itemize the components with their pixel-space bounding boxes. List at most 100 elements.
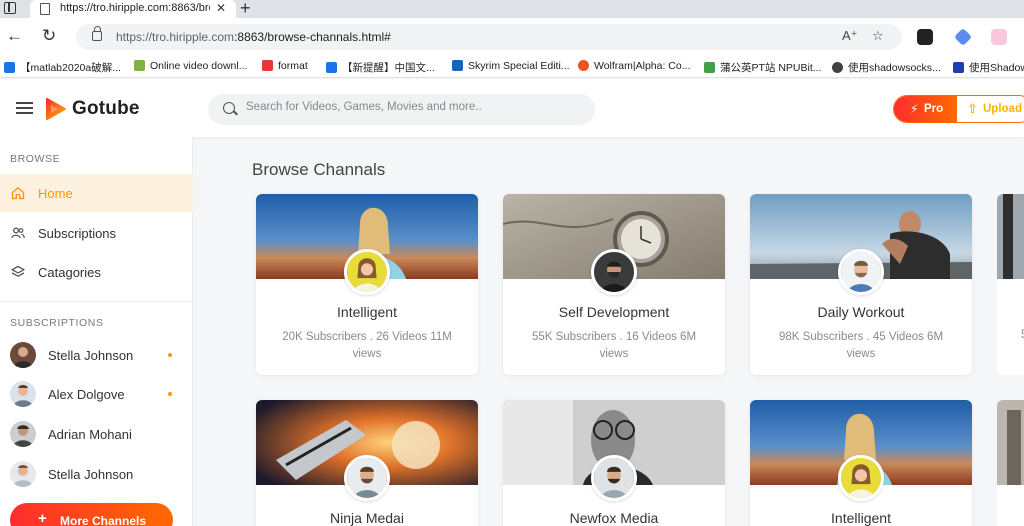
subscription-item[interactable]: Stella Johnson (0, 456, 193, 492)
channel-card[interactable]: Newfox Media (503, 400, 725, 526)
favorite-star-icon[interactable]: ☆ (872, 28, 884, 44)
sidebar-item-categories[interactable]: Catagories (0, 253, 193, 291)
subscriptions-heading: SUBSCRIPTIONS (10, 317, 104, 329)
bookmark-item[interactable]: Skyrim Special Editi... (452, 60, 570, 72)
channel-avatar[interactable] (344, 455, 390, 501)
extension-icon-1[interactable] (917, 29, 933, 45)
channel-card[interactable]: Ninja Medai (256, 400, 478, 526)
pro-label: Pro (924, 103, 944, 115)
logo-text[interactable]: Gotube (72, 98, 140, 120)
read-aloud-icon[interactable]: A⁺ (842, 28, 858, 44)
channel-name[interactable]: Self Development (503, 304, 725, 320)
channel-card-partial[interactable] (997, 400, 1024, 526)
channel-avatar[interactable] (838, 455, 884, 501)
bookmark-favicon-icon (452, 60, 463, 71)
plus-icon: + (38, 510, 47, 526)
avatar (10, 461, 36, 487)
url-path: :8863/browse-channals.html# (234, 30, 391, 44)
subscription-item[interactable]: Adrian Mohani (0, 416, 193, 452)
search-icon[interactable] (223, 102, 235, 114)
channel-card[interactable]: Intelligent 20K Subscribers . 26 Videos … (256, 194, 478, 375)
url-host: https://tro.hiripple.com (116, 30, 235, 44)
channel-avatar[interactable] (838, 249, 884, 295)
bookmark-item[interactable]: Wolfram|Alpha: Co... (578, 60, 690, 72)
subscription-item[interactable]: Alex Dolgove (0, 376, 193, 412)
subscription-name: Adrian Mohani (48, 427, 132, 442)
layers-icon (11, 265, 25, 277)
upload-button[interactable]: ⇧ Upload (957, 96, 1024, 122)
channel-name[interactable]: Intelligent (256, 304, 478, 320)
sidebar-item-label: Home (38, 186, 73, 201)
header-actions: ⚡︎ Pro ⇧ Upload (893, 95, 1024, 123)
bookmark-item[interactable]: format (262, 60, 308, 72)
sidebar-divider (0, 301, 193, 302)
sidebar-item-label: Subscriptions (38, 226, 117, 241)
sidebar-item-home[interactable]: Home (0, 174, 193, 212)
channel-meta: 20K Subscribers . 26 Videos 11M views (282, 331, 452, 360)
upload-icon: ⇧ (967, 101, 978, 116)
hamburger-menu-icon[interactable] (16, 102, 33, 114)
channel-meta: 55K Subscribers . 16 Videos 6M views (531, 331, 697, 360)
channel-meta: 98K Subscribers . 45 Videos 6M views (778, 331, 944, 360)
channel-avatar[interactable] (591, 249, 637, 295)
subscription-name: Alex Dolgove (48, 387, 125, 402)
avatar (10, 342, 36, 368)
home-icon (11, 187, 25, 200)
window-menu-icon[interactable] (4, 2, 16, 14)
bookmark-favicon-icon (578, 60, 589, 71)
channel-name[interactable]: Ninja Medai (256, 510, 478, 526)
reload-icon[interactable]: ↻ (42, 26, 56, 46)
channel-name[interactable]: Intelligent (750, 510, 972, 526)
subscription-name: Stella Johnson (48, 348, 134, 363)
extension-icon-3[interactable] (991, 29, 1007, 45)
more-channels-button[interactable]: + More Channels (10, 503, 173, 526)
lock-icon[interactable] (92, 26, 102, 41)
site-header: Gotube ⚡︎ Pro ⇧ Upload (0, 79, 1024, 137)
browse-heading: BROWSE (10, 153, 61, 165)
bookmark-favicon-icon (4, 62, 15, 73)
bookmark-label: Skyrim Special Editi... (468, 60, 570, 72)
channel-avatar[interactable] (344, 249, 390, 295)
search-bar[interactable] (208, 94, 595, 125)
bookmark-label: Online video downl... (150, 60, 248, 72)
channel-avatar[interactable] (591, 455, 637, 501)
browser-tab[interactable]: https://tro.hiripple.com:8863/bro ✕ (30, 0, 236, 18)
bookmark-item[interactable]: 【matlab2020a破解... (4, 60, 121, 75)
channel-card[interactable]: Self Development 55K Subscribers . 16 Vi… (503, 194, 725, 375)
channel-card[interactable]: Intelligent (750, 400, 972, 526)
address-bar[interactable]: https://tro.hiripple.com:8863/browse-cha… (76, 24, 902, 50)
users-icon (11, 227, 25, 239)
sidebar-item-subscriptions[interactable]: Subscriptions (0, 214, 193, 252)
pro-button[interactable]: ⚡︎ Pro (894, 96, 957, 122)
subscription-item[interactable]: Stella Johnson (0, 337, 193, 373)
upload-label: Upload (983, 103, 1022, 115)
bookmark-item[interactable]: 使用Shadow (953, 60, 1024, 75)
close-tab-icon[interactable]: ✕ (216, 1, 226, 15)
bookmark-favicon-icon (704, 62, 715, 73)
back-arrow-icon[interactable]: ← (6, 26, 23, 46)
bookmark-label: format (278, 60, 308, 72)
bookmark-item[interactable]: 【新提醒】中国文... (326, 60, 435, 75)
channel-card-partial[interactable]: 5 (997, 194, 1024, 375)
bookmark-label: 蒲公英PT站 NPUBit... (720, 62, 822, 74)
new-tab-button[interactable]: + (240, 0, 251, 19)
bookmark-item[interactable]: 使用shadowsocks... (832, 60, 941, 75)
avatar (10, 381, 36, 407)
bookmark-favicon-icon (953, 62, 964, 73)
bookmark-item[interactable]: 蒲公英PT站 NPUBit... (704, 60, 822, 75)
channel-name[interactable]: Daily Workout (750, 304, 972, 320)
channel-name[interactable]: Newfox Media (503, 510, 725, 526)
channel-card[interactable]: Daily Workout 98K Subscribers . 45 Video… (750, 194, 972, 375)
bookmark-favicon-icon (134, 60, 145, 71)
avatar (10, 421, 36, 447)
url-text: https://tro.hiripple.com:8863/browse-cha… (116, 30, 391, 44)
extension-icon-2[interactable] (953, 27, 973, 47)
new-content-dot (168, 353, 172, 357)
browser-tab-strip: https://tro.hiripple.com:8863/bro ✕ + (0, 0, 1024, 18)
bookmark-item[interactable]: Online video downl... (134, 60, 247, 72)
bookmark-label: 【matlab2020a破解... (20, 62, 121, 74)
bookmarks-bar: 【matlab2020a破解... Online video downl... … (0, 56, 1024, 78)
new-content-dot (168, 392, 172, 396)
search-input[interactable] (246, 101, 576, 113)
channel-cover-image (997, 194, 1024, 279)
